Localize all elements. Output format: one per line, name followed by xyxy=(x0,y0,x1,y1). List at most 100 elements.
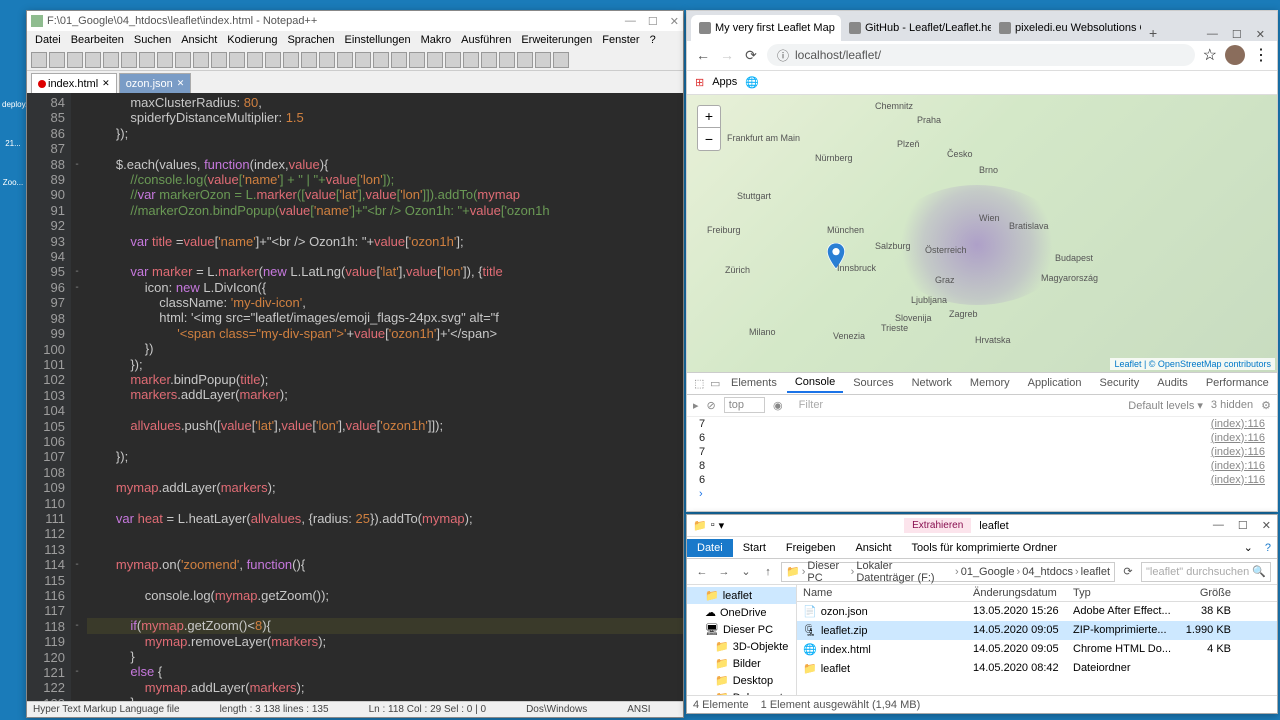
profile-avatar[interactable] xyxy=(1225,45,1245,65)
npp-tab-active[interactable]: index.html ✕ xyxy=(31,73,117,93)
menu-item[interactable]: Ausführen xyxy=(457,34,515,46)
zoom-in-button[interactable]: + xyxy=(698,106,720,128)
ribbon-tab-tools[interactable]: Tools für komprimierte Ordner xyxy=(902,539,1068,557)
console-row[interactable]: 7(index):116 xyxy=(687,417,1277,431)
minimize-button[interactable]: — xyxy=(1207,28,1218,41)
dt-tab-security[interactable]: Security xyxy=(1091,374,1147,392)
npp-editor[interactable]: 8485868788899091929394959697989910010110… xyxy=(27,93,683,701)
dt-tab-elements[interactable]: Elements xyxy=(723,374,785,392)
col-type[interactable]: Typ xyxy=(1067,585,1177,601)
device-toggle-icon[interactable]: ▭ xyxy=(707,377,721,390)
bookmark-icon[interactable]: 🌐 xyxy=(745,76,759,89)
col-size[interactable]: Größe xyxy=(1177,585,1237,601)
file-row[interactable]: 🗜leaflet.zip14.05.2020 09:05ZIP-komprimi… xyxy=(797,621,1277,640)
toolbar-button[interactable] xyxy=(229,52,245,68)
site-info-icon[interactable]: ⓘ xyxy=(777,47,789,64)
map-attribution[interactable]: Leaflet | © OpenStreetMap contributors xyxy=(1110,358,1275,370)
npp-titlebar[interactable]: F:\01_Google\04_htdocs\leaflet\index.htm… xyxy=(27,11,683,31)
menu-item[interactable]: Ansicht xyxy=(177,34,221,46)
tree-item[interactable]: 🖥Dieser PC xyxy=(687,621,796,638)
leaflet-map[interactable]: + − Leaflet | © OpenStreetMap contributo… xyxy=(687,95,1277,372)
toolbar-button[interactable] xyxy=(409,52,425,68)
breadcrumb-segment[interactable]: leaflet xyxy=(1081,566,1110,578)
toolbar-button[interactable] xyxy=(211,52,227,68)
new-tab-button[interactable]: + xyxy=(1141,25,1165,41)
tab-close-icon[interactable]: ✕ xyxy=(102,78,110,89)
breadcrumb-segment[interactable]: Dieser PC xyxy=(807,560,848,584)
back-button[interactable]: ← xyxy=(695,47,711,63)
toolbar-button[interactable] xyxy=(31,52,47,68)
tree-item[interactable]: 📁leaflet xyxy=(687,587,796,604)
close-button[interactable]: ✕ xyxy=(1262,519,1271,532)
toolbar-button[interactable] xyxy=(175,52,191,68)
list-header[interactable]: Name Änderungsdatum Typ Größe xyxy=(797,585,1277,602)
live-expression-icon[interactable]: ◉ xyxy=(773,399,783,412)
toolbar-button[interactable] xyxy=(445,52,461,68)
up-button[interactable]: ↑ xyxy=(759,566,777,578)
inspect-icon[interactable]: ⬚ xyxy=(691,377,705,390)
toolbar-button[interactable] xyxy=(247,52,263,68)
console-row[interactable]: 8(index):116 xyxy=(687,459,1277,473)
npp-code-area[interactable]: maxClusterRadius: 80, spiderfyDistanceMu… xyxy=(83,93,683,701)
maximize-button[interactable]: ☐ xyxy=(1238,519,1248,532)
forward-button[interactable]: → xyxy=(715,566,733,578)
toolbar-button[interactable] xyxy=(193,52,209,68)
toolbar-button[interactable] xyxy=(535,52,551,68)
reload-button[interactable]: ⟳ xyxy=(743,47,759,63)
tab-close-icon[interactable]: ✕ xyxy=(177,78,185,89)
ribbon-tab-start[interactable]: Start xyxy=(733,539,776,557)
toolbar-button[interactable] xyxy=(463,52,479,68)
chrome-tab[interactable]: GitHub - Leaflet/Leaflet.heat ✕ xyxy=(841,15,991,41)
toolbar-button[interactable] xyxy=(157,52,173,68)
console-settings-icon[interactable]: ⚙ xyxy=(1261,399,1271,412)
refresh-button[interactable]: ⟳ xyxy=(1119,565,1137,578)
tree-item[interactable]: 📁Desktop xyxy=(687,672,796,689)
toolbar-button[interactable] xyxy=(283,52,299,68)
chrome-menu-icon[interactable]: ⋮ xyxy=(1253,45,1269,65)
toolbar-button[interactable] xyxy=(139,52,155,68)
minimize-button[interactable]: — xyxy=(1213,519,1224,532)
chrome-tab-active[interactable]: My very first Leaflet Map ✕ xyxy=(691,15,841,41)
bookmark-star-icon[interactable]: ☆ xyxy=(1203,45,1217,65)
toolbar-button[interactable] xyxy=(265,52,281,68)
toolbar-button[interactable] xyxy=(553,52,569,68)
col-date[interactable]: Änderungsdatum xyxy=(967,585,1067,601)
menu-item[interactable]: Einstellungen xyxy=(341,34,415,46)
tree-item[interactable]: ☁OneDrive xyxy=(687,604,796,621)
console-levels[interactable]: Default levels ▾ xyxy=(1128,399,1203,412)
toolbar-button[interactable] xyxy=(319,52,335,68)
ribbon-context-tab[interactable]: Extrahieren xyxy=(904,518,971,533)
dt-tab-application[interactable]: Application xyxy=(1020,374,1090,392)
menu-item[interactable]: Datei xyxy=(31,34,65,46)
toolbar-button[interactable] xyxy=(481,52,497,68)
file-row[interactable]: 📄ozon.json13.05.2020 15:26Adobe After Ef… xyxy=(797,602,1277,621)
toolbar-button[interactable] xyxy=(67,52,83,68)
menu-item[interactable]: Erweiterungen xyxy=(517,34,596,46)
console-output[interactable]: 7(index):1166(index):1167(index):1168(in… xyxy=(687,417,1277,511)
breadcrumb[interactable]: 📁 › Dieser PC › Lokaler Datenträger (F:)… xyxy=(781,562,1115,582)
dt-tab-sources[interactable]: Sources xyxy=(845,374,901,392)
console-filter-input[interactable]: Filter xyxy=(791,399,1121,411)
toolbar-button[interactable] xyxy=(85,52,101,68)
console-row[interactable]: 6(index):116 xyxy=(687,431,1277,445)
breadcrumb-segment[interactable]: Lokaler Datenträger (F:) xyxy=(856,560,953,584)
console-context[interactable]: top xyxy=(724,397,765,413)
ribbon-tab-ansicht[interactable]: Ansicht xyxy=(845,539,901,557)
ribbon-tab-datei[interactable]: Datei xyxy=(687,539,733,557)
npp-tab[interactable]: ozon.json ✕ xyxy=(119,73,192,93)
menu-item[interactable]: Kodierung xyxy=(223,34,281,46)
toolbar-button[interactable] xyxy=(301,52,317,68)
close-button[interactable]: ✕ xyxy=(1256,28,1265,41)
clear-console-icon[interactable]: ⊘ xyxy=(707,399,716,412)
dt-tab-audits[interactable]: Audits xyxy=(1149,374,1196,392)
desktop-icon[interactable]: Zoo... xyxy=(2,178,24,187)
toolbar-button[interactable] xyxy=(499,52,515,68)
explorer-nav-tree[interactable]: 📁leaflet☁OneDrive🖥Dieser PC📁3D-Objekte📁B… xyxy=(687,585,797,695)
dt-tab-performance[interactable]: Performance xyxy=(1198,374,1277,392)
help-icon[interactable]: ? xyxy=(1259,542,1277,554)
menu-item[interactable]: Sprachen xyxy=(283,34,338,46)
minimize-button[interactable]: — xyxy=(625,15,636,28)
console-row[interactable]: 6(index):116 xyxy=(687,473,1277,487)
forward-button[interactable]: → xyxy=(719,47,735,63)
maximize-button[interactable]: ☐ xyxy=(1232,28,1242,41)
